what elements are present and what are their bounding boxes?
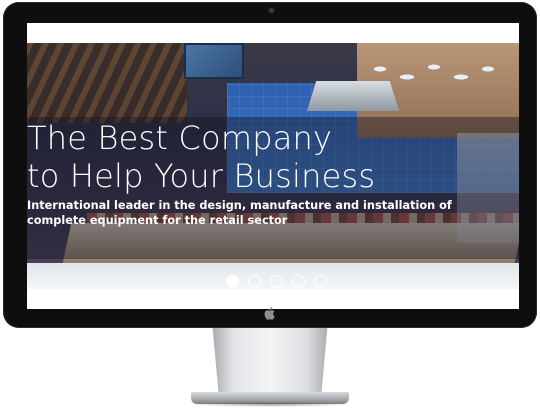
hero-headline-line-1: The Best Company (27, 119, 333, 157)
hero-slider[interactable]: The Best Company to Help Your Business I… (27, 43, 519, 289)
slider-dot-2[interactable] (248, 275, 261, 288)
camera-icon (269, 8, 274, 13)
slider-dot-3[interactable] (270, 275, 283, 288)
screen-bottom-strip (27, 289, 519, 309)
monitor-screen: The Best Company to Help Your Business I… (27, 23, 519, 309)
apple-logo-icon (264, 307, 275, 320)
store-extractor-hood (307, 81, 399, 111)
screen-top-strip (27, 23, 519, 43)
monitor-bezel: The Best Company to Help Your Business I… (3, 2, 537, 328)
hero-headline-line-2: to Help Your Business (27, 157, 376, 195)
slider-dot-4[interactable] (292, 275, 305, 288)
monitor-stand-neck (212, 328, 328, 396)
store-ceiling (27, 43, 187, 123)
slider-dot-1[interactable] (226, 275, 239, 288)
store-fish-poster (184, 43, 244, 79)
slider-dot-5[interactable] (314, 275, 327, 288)
hero-subline: International leader in the design, manu… (27, 199, 452, 227)
monitor-stand-shadow (187, 402, 353, 407)
hero-headline: The Best Company to Help Your Business (27, 119, 497, 195)
slider-pagination (226, 275, 327, 288)
